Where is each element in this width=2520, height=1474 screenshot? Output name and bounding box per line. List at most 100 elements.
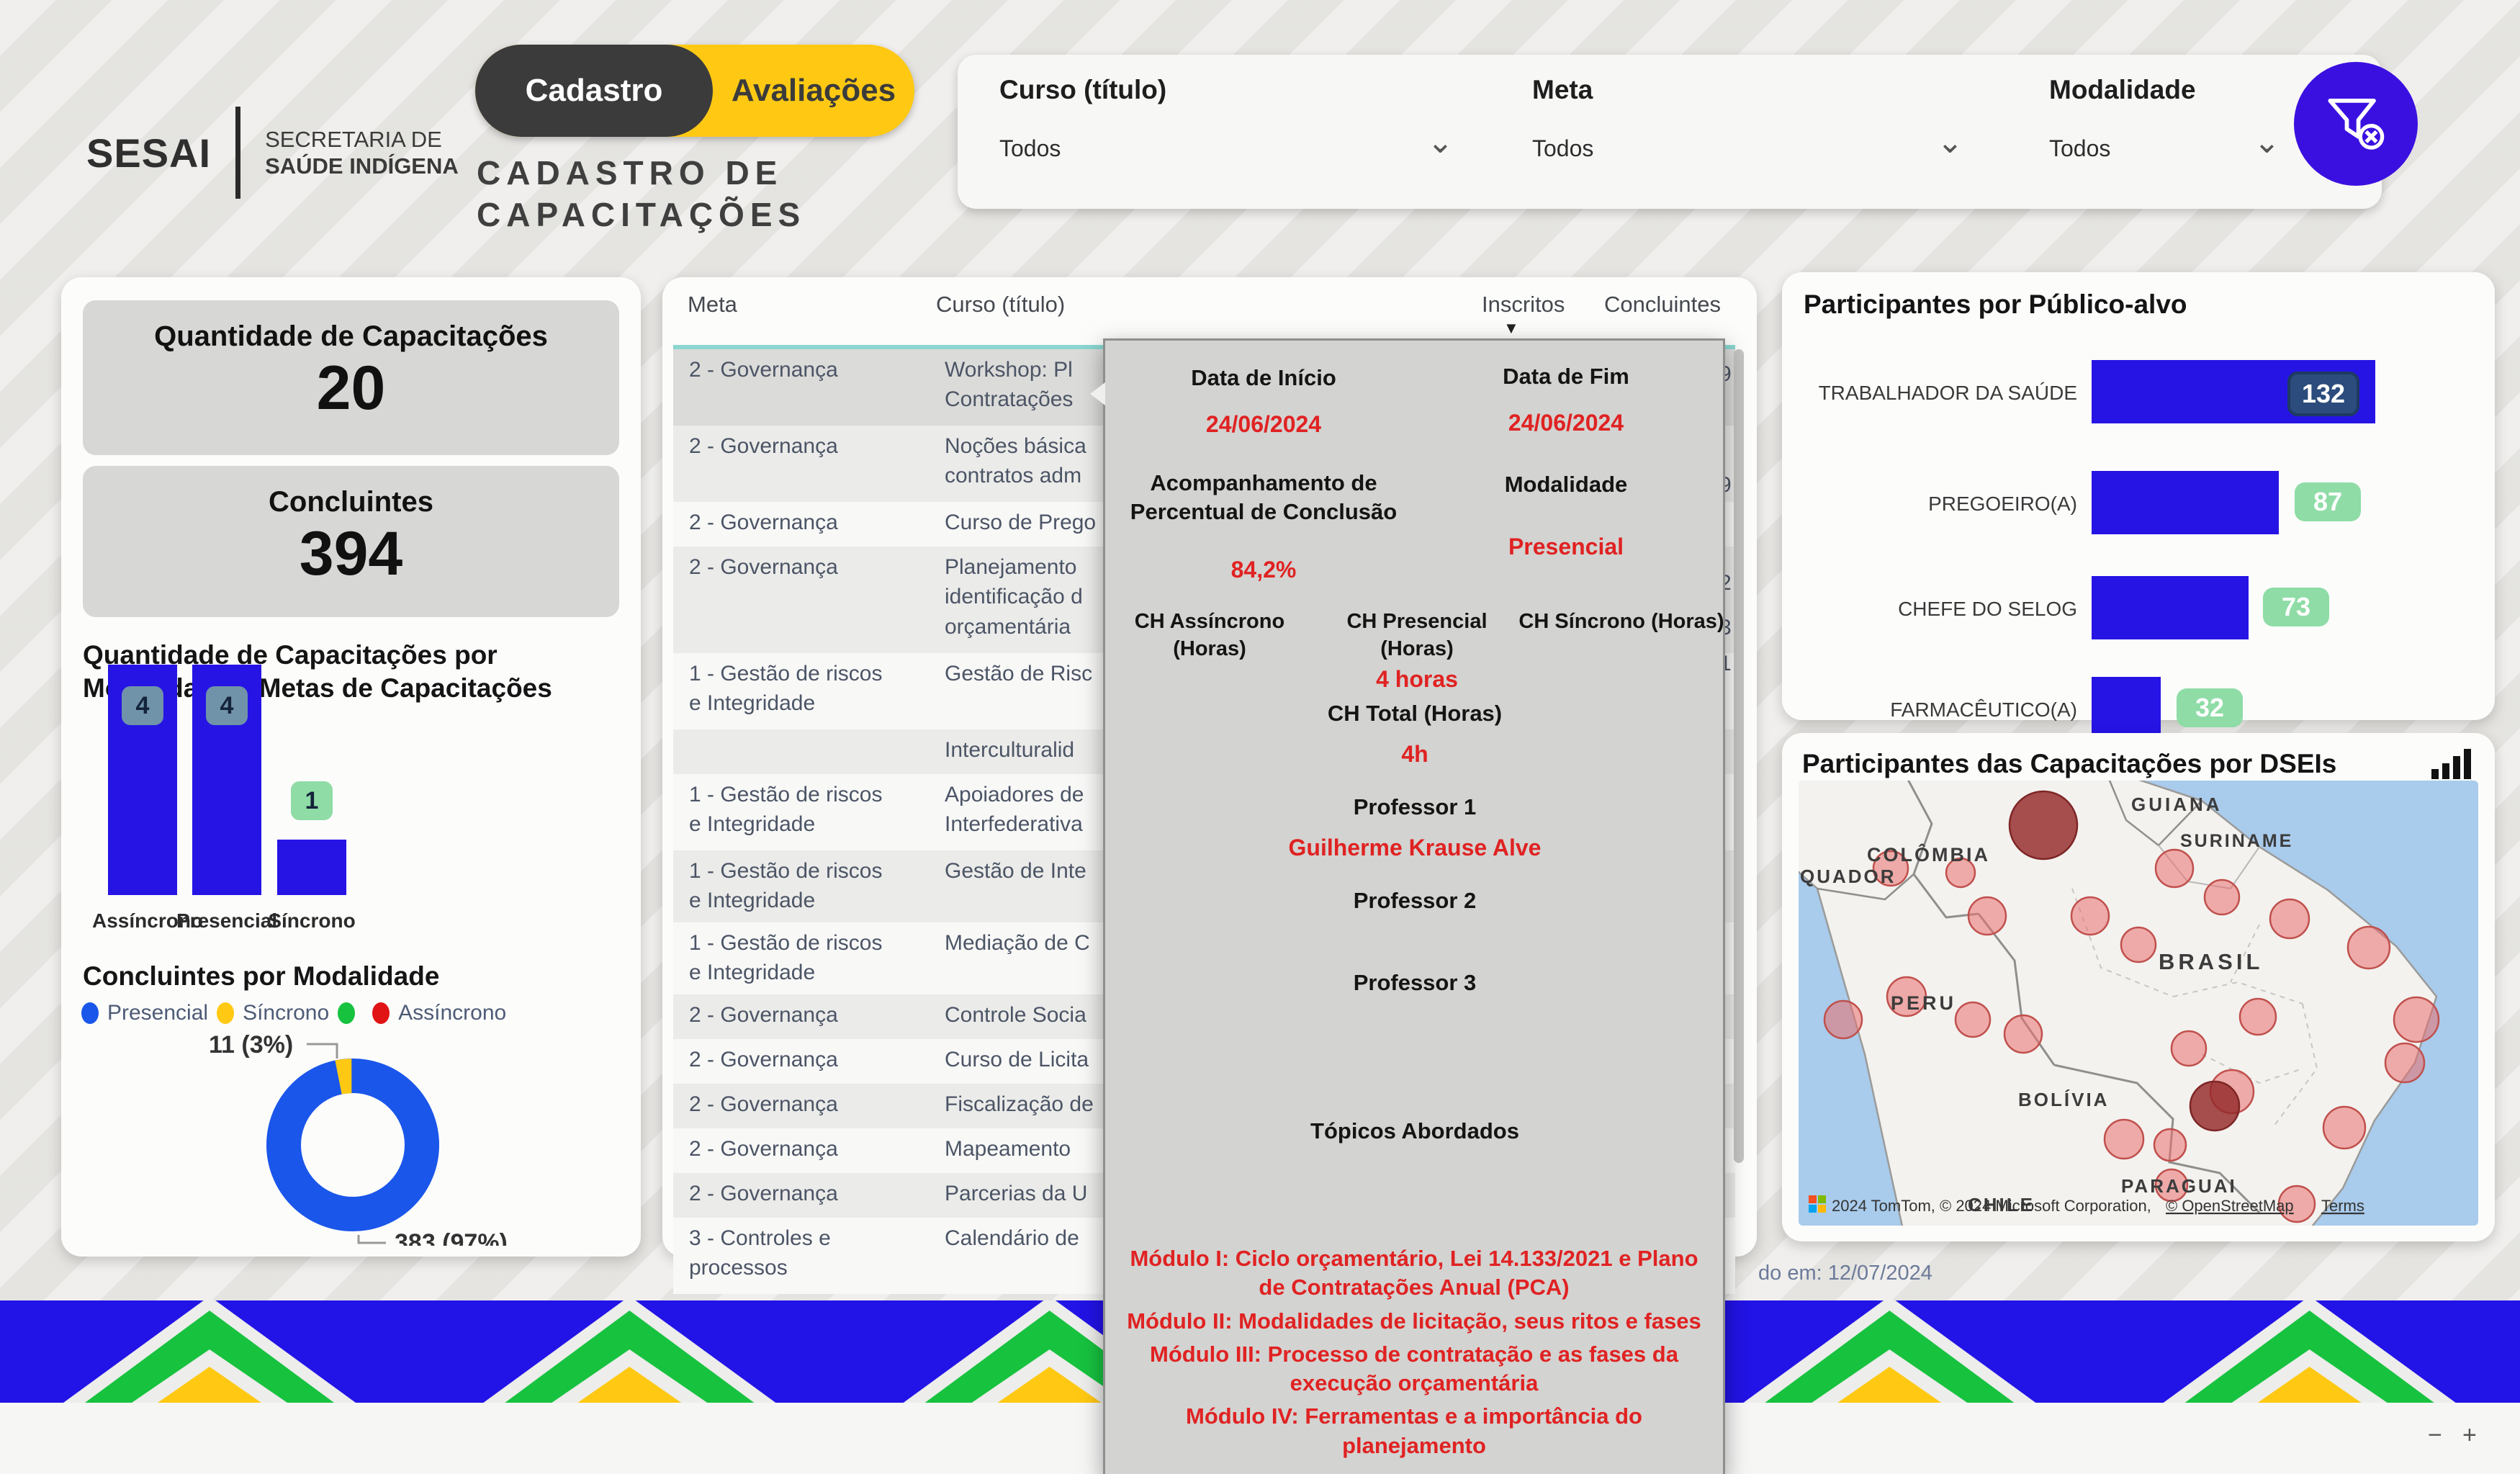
col-header-inscritos[interactable]: Inscritos <box>1482 292 1565 318</box>
map-label-bolivia: BOLÍVIA <box>2018 1089 2109 1110</box>
map-bubble[interactable] <box>2240 999 2276 1035</box>
legend-dot-sincrono <box>217 1002 234 1024</box>
legend-dot-presencial <box>81 1002 99 1024</box>
tooltip-value-data-inicio: 24/06/2024 <box>1127 411 1400 438</box>
zoom-in-button[interactable]: + <box>2462 1421 2477 1450</box>
tooltip-label-professor1: Professor 1 <box>1127 793 1703 822</box>
bar-sincrono[interactable] <box>277 840 346 895</box>
map-attribution-openstreetmap-link[interactable]: © OpenStreetMap <box>2166 1197 2294 1215</box>
tooltip-label-professor3: Professor 3 <box>1127 969 1703 997</box>
donut-slice-sincrono[interactable] <box>338 1076 351 1077</box>
publico-alvo-title: Participantes por Público-alvo <box>1804 289 2187 320</box>
tooltip-value-percentual: 84,2% <box>1127 557 1400 583</box>
map-bubble[interactable] <box>2205 880 2239 914</box>
concluintes-donut-chart[interactable]: 11 (3%) 383 (97%) <box>166 1030 540 1246</box>
map-bubble[interactable] <box>1968 897 2006 935</box>
topico-modulo1: Módulo I: Ciclo orçamentário, Lei 14.133… <box>1115 1244 1713 1303</box>
kpi-capacitacoes-label: Quantidade de Capacitações <box>83 300 619 353</box>
filter-curso-label: Curso (título) <box>999 75 1166 105</box>
map-bubble[interactable] <box>2071 897 2109 935</box>
map-label-paraguai: PARAGUAI <box>2121 1175 2237 1197</box>
map-bubble[interactable] <box>2172 1031 2206 1066</box>
donut-label-presencial: 383 (97%) <box>395 1229 508 1246</box>
logo: SESAI SECRETARIA DE SAÚDE INDÍGENA <box>86 107 459 199</box>
col-header-concluintes[interactable]: Concluintes <box>1604 292 1721 318</box>
map-label-brasil: BRASIL <box>2159 949 2263 974</box>
legend-dot-green <box>338 1002 355 1024</box>
map-bubble[interactable] <box>2156 850 2193 887</box>
kpi-concluintes-label: Concluintes <box>83 466 619 518</box>
kpi-capacitacoes-value: 20 <box>83 353 619 424</box>
hbar-label-trabalhador: TRABALHADOR DA SAÚDE <box>1793 382 2077 405</box>
page-title-line2: CAPACITAÇÕES <box>477 194 806 236</box>
map-bubble[interactable] <box>2010 791 2077 859</box>
map-bubble[interactable] <box>2385 1043 2424 1082</box>
zoom-out-button[interactable]: − <box>2428 1421 2442 1450</box>
bar-presencial-value: 4 <box>206 686 248 725</box>
tooltip-label-topicos: Tópicos Abordados <box>1127 1117 1703 1146</box>
dsei-map-panel: Participantes das Capacitações por DSEIs <box>1782 733 2495 1241</box>
filter-meta-value[interactable]: Todos <box>1532 135 1593 162</box>
hbar-label-farmaceutico: FARMACÊUTICO(A) <box>1793 698 2077 722</box>
bar-chart-icon[interactable] <box>2430 747 2476 785</box>
map-bubble[interactable] <box>2154 1129 2186 1161</box>
hbar-pregoeiro[interactable] <box>2092 471 2279 534</box>
page-tabs: Cadastro Avaliações <box>475 45 914 137</box>
dsei-map[interactable]: COLÔMBIA GUIANA SURINAME QUADOR PERU BRA… <box>1799 781 2478 1226</box>
funnel-clear-icon <box>2320 88 2392 160</box>
col-header-meta[interactable]: Meta <box>688 292 737 318</box>
tooltip-label-professor2: Professor 2 <box>1127 886 1703 915</box>
map-bubble[interactable] <box>2121 927 2156 962</box>
page-title-line1: CADASTRO DE <box>477 153 806 194</box>
tooltip-value-data-fim: 24/06/2024 <box>1429 410 1703 436</box>
map-bubble[interactable] <box>1956 1002 1990 1037</box>
kpi-capacitacoes: Quantidade de Capacitações 20 <box>83 300 619 455</box>
tooltip-label-ch-total: CH Total (Horas) <box>1127 699 1703 728</box>
tooltip-label-data-inicio: Data de Início <box>1127 364 1400 392</box>
donut-chart-title: Concluintes por Modalidade <box>83 960 439 993</box>
map-bubble[interactable] <box>2004 1015 2042 1053</box>
donut-slice-presencial[interactable] <box>284 1076 422 1214</box>
map-label-colombia: COLÔMBIA <box>1867 843 1990 866</box>
chevron-down-icon[interactable]: ⌄ <box>1427 135 1454 150</box>
tooltip-arrow <box>1090 382 1105 405</box>
col-header-curso[interactable]: Curso (título) <box>936 292 1065 318</box>
tab-avaliacoes[interactable]: Avaliações <box>713 45 914 137</box>
legend-dot-assincrono <box>372 1002 390 1024</box>
chevron-down-icon[interactable]: ⌄ <box>1937 135 1963 150</box>
hbar-chefe-selog[interactable] <box>2092 576 2249 639</box>
map-bubble[interactable] <box>2323 1107 2365 1149</box>
detail-tooltip: Data de Início Data de Fim 24/06/2024 24… <box>1103 338 1725 1474</box>
brand-subtitle: SECRETARIA DE SAÚDE INDÍGENA <box>265 126 459 179</box>
sort-desc-icon[interactable]: ▼ <box>1503 319 1519 338</box>
dashboard: SESAI SECRETARIA DE SAÚDE INDÍGENA Cadas… <box>0 0 2520 1474</box>
map-bubble[interactable] <box>2270 899 2309 938</box>
dsei-map-title: Participantes das Capacitações por DSEIs <box>1802 749 2336 779</box>
tooltip-topicos: Módulo I: Ciclo orçamentário, Lei 14.133… <box>1115 1244 1713 1465</box>
map-bubble[interactable] <box>2394 997 2439 1042</box>
hbar-farmaceutico[interactable] <box>2092 677 2161 740</box>
chevron-down-icon[interactable]: ⌄ <box>2254 135 2280 150</box>
legend-label-presencial: Presencial <box>107 1001 208 1025</box>
tooltip-label-ch-sincrono: CH Síncrono (Horas) <box>1517 608 1726 636</box>
map-attribution-text: 2024 TomTom, © 2024 Microsoft Corporatio… <box>1832 1197 2151 1215</box>
map-bubble[interactable] <box>2348 927 2390 969</box>
clear-filters-button[interactable] <box>2294 62 2418 186</box>
hbar-label-chefe-selog: CHEFE DO SELOG <box>1793 598 2077 621</box>
tooltip-label-percentual: Acompanhamento de Percentual de Conclusã… <box>1112 469 1415 527</box>
tooltip-value-ch-presencial: 4 horas <box>1313 666 1521 693</box>
filter-modalidade-value[interactable]: Todos <box>2049 135 2110 162</box>
topico-modulo4: Módulo IV: Ferramentas e a importância d… <box>1115 1402 1713 1460</box>
filter-curso-value[interactable]: Todos <box>999 135 1061 162</box>
map-label-equador: QUADOR <box>1800 866 1896 887</box>
tab-cadastro[interactable]: Cadastro <box>475 45 713 137</box>
map-bubble[interactable] <box>1824 1001 1862 1038</box>
topico-modulo2: Módulo II: Modalidades de licitação, seu… <box>1115 1307 1713 1336</box>
bar-assincrono-value: 4 <box>122 686 163 725</box>
topico-modulo3: Módulo III: Processo de contratação e as… <box>1115 1340 1713 1398</box>
map-bubble[interactable] <box>2105 1120 2143 1159</box>
map-attribution-terms-link[interactable]: Terms <box>2321 1197 2364 1215</box>
map-label-guiana: GUIANA <box>2131 794 2223 815</box>
map-bubble[interactable] <box>2190 1082 2239 1131</box>
table-scrollbar[interactable] <box>1734 349 1744 1163</box>
